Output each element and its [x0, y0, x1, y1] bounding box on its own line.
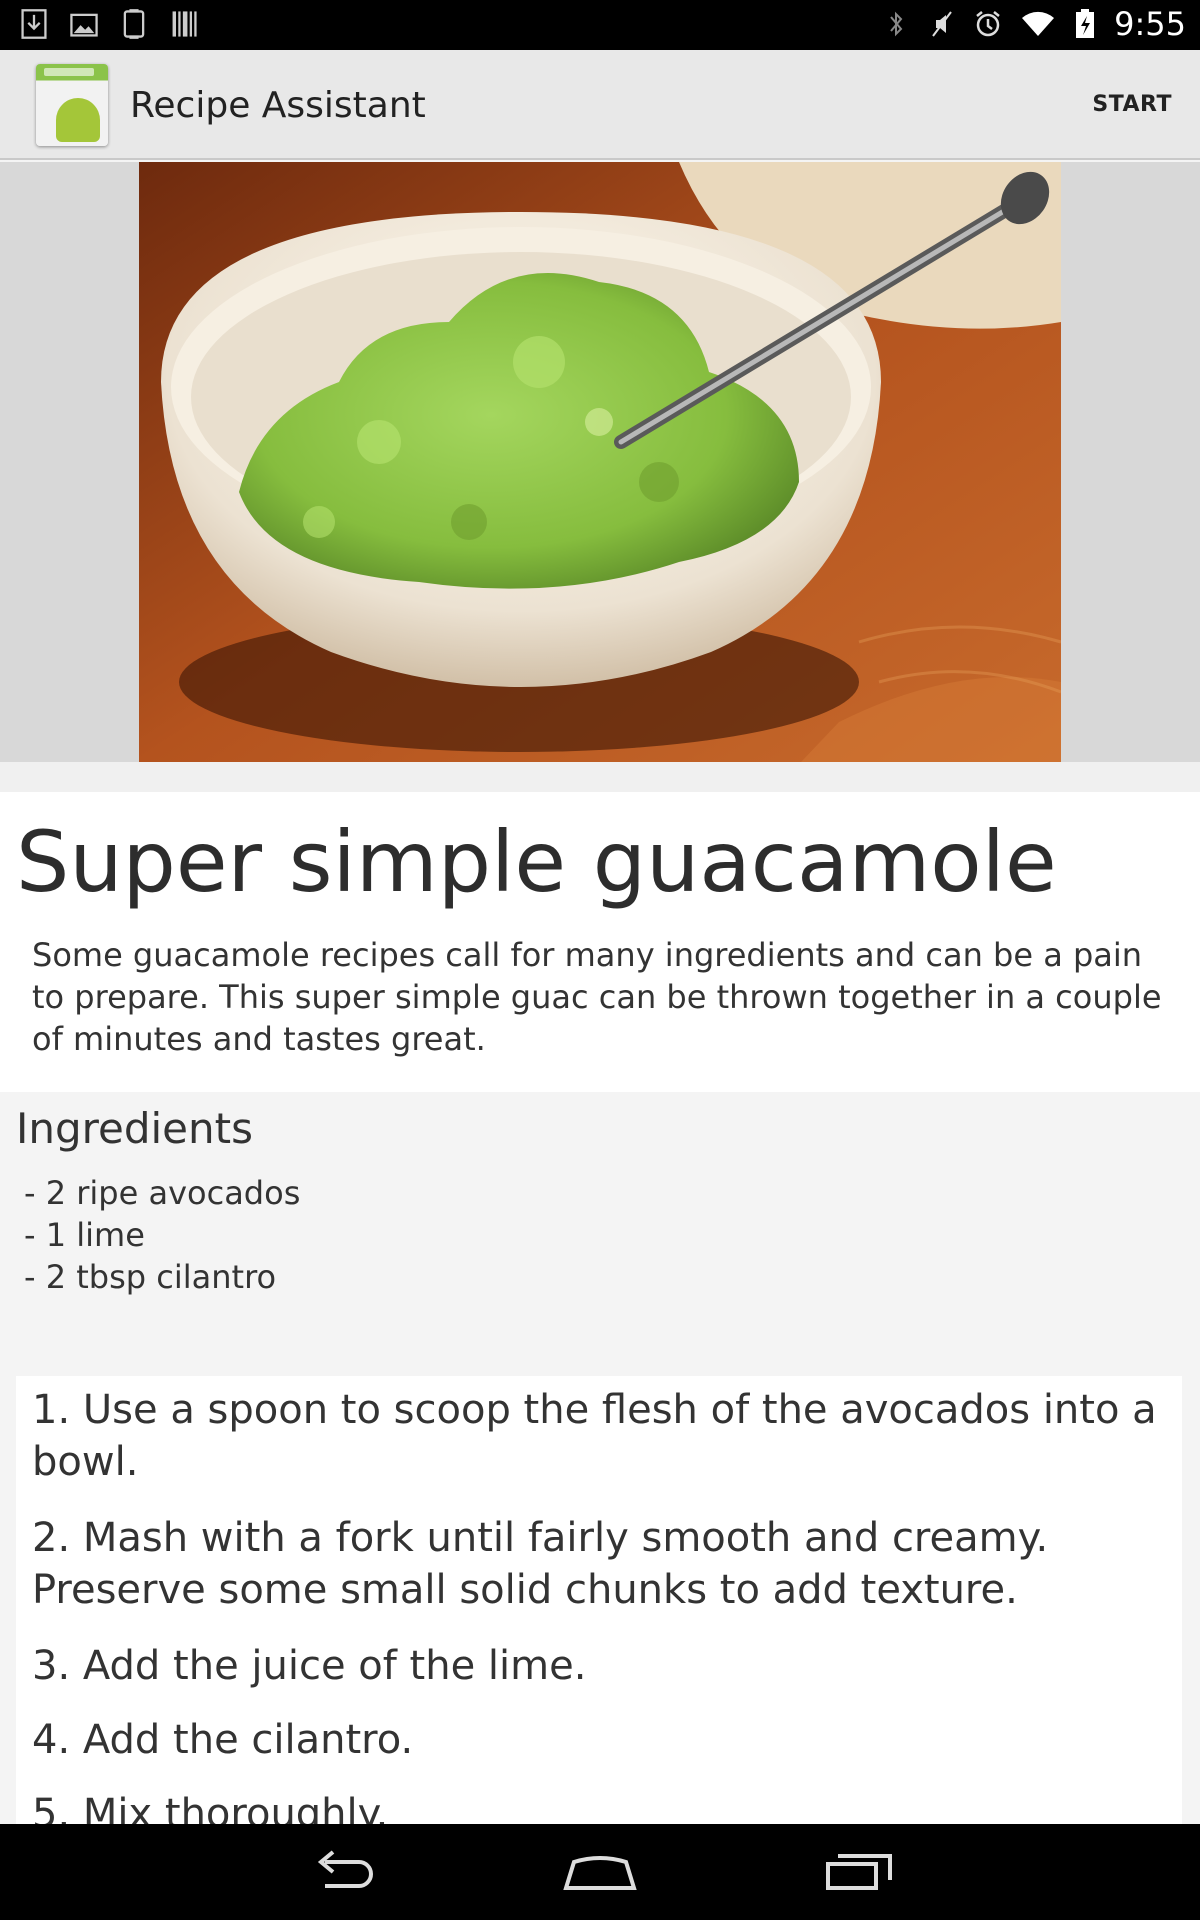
ingredient-item: - 1 lime	[24, 1216, 145, 1254]
navigation-bar	[0, 1824, 1200, 1920]
ingredient-item: - 2 ripe avocados	[24, 1174, 301, 1212]
recents-icon[interactable]	[818, 1844, 898, 1900]
image-icon	[70, 13, 98, 37]
steps-section[interactable]: 1. Use a spoon to scoop the flesh of the…	[16, 1376, 1182, 1826]
hero-image-area	[0, 162, 1200, 762]
mute-icon	[932, 11, 952, 37]
recipe-header: Super simple guacamole Some guacamole re…	[0, 792, 1200, 1092]
download-icon	[21, 9, 47, 39]
barcode-icon	[172, 11, 197, 37]
recipe-title: Super simple guacamole	[16, 813, 1057, 911]
app-title: Recipe Assistant	[130, 85, 426, 126]
recipe-description: Some guacamole recipes call for many ing…	[32, 936, 1162, 1058]
status-bar: 9:55	[0, 0, 1200, 50]
android-robot-icon	[56, 98, 100, 142]
action-bar: Recipe Assistant START	[0, 50, 1200, 160]
battery-icon	[1076, 9, 1095, 38]
divider	[0, 762, 1200, 792]
app-icon[interactable]	[36, 64, 108, 146]
app-icon-tag	[44, 68, 94, 76]
device-icon	[123, 9, 145, 39]
clock: 9:55	[1114, 5, 1186, 43]
step-item: 1. Use a spoon to scoop the flesh of the…	[32, 1387, 1157, 1485]
back-icon[interactable]	[303, 1844, 383, 1900]
wifi-icon	[1022, 11, 1055, 36]
step-item: 3. Add the juice of the lime.	[32, 1643, 587, 1689]
ingredients-section: Ingredients - 2 ripe avocados - 1 lime -…	[0, 1092, 1200, 1382]
alarm-icon	[976, 11, 1000, 37]
home-icon[interactable]	[560, 1844, 640, 1900]
step-item: 2. Mash with a fork until fairly smooth …	[32, 1515, 1049, 1613]
guacamole-photo	[139, 162, 1061, 762]
bluetooth-icon	[890, 11, 903, 37]
step-item: 4. Add the cilantro.	[32, 1717, 414, 1763]
step-item: 5. Mix thoroughly.	[32, 1791, 389, 1826]
ingredient-item: - 2 tbsp cilantro	[24, 1258, 277, 1296]
ingredients-heading: Ingredients	[16, 1104, 253, 1153]
ingredients-list: - 2 ripe avocados - 1 lime - 2 tbsp cila…	[24, 1172, 300, 1298]
start-button[interactable]: START	[1092, 92, 1172, 118]
